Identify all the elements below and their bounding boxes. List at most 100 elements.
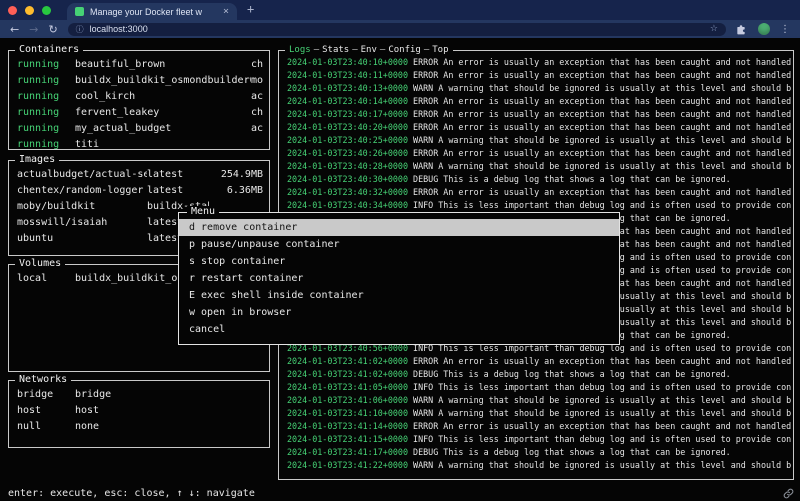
- menu-item-key: r: [189, 270, 195, 287]
- container-state: running: [17, 137, 75, 149]
- container-row[interactable]: runningmy_actual_budgetac: [9, 121, 269, 137]
- log-message: DEBUG This is a debug log that shows a l…: [408, 174, 731, 184]
- log-line: 2024-01-03T23:41:02+0000 ERROR An error …: [287, 355, 791, 368]
- container-name: fervent_leakey: [75, 105, 251, 121]
- menu-item-key: s: [189, 253, 195, 270]
- url-text: localhost:3000: [90, 24, 704, 34]
- log-timestamp: 2024-01-03T23:40:28+0000: [287, 161, 408, 171]
- log-line: 2024-01-03T23:40:20+0000 ERROR An error …: [287, 121, 791, 134]
- back-icon[interactable]: ←: [10, 24, 19, 35]
- network-driver: none: [75, 419, 269, 435]
- container-row[interactable]: runningfervent_leakeych: [9, 105, 269, 121]
- status-hint-text: enter: execute, esc: close, ↑ ↓: navigat…: [8, 488, 255, 499]
- image-row[interactable]: chentex/random-loggerlatest6.36MB: [9, 183, 269, 199]
- menu-item-label: cancel: [189, 321, 609, 338]
- container-name: my_actual_budget: [75, 121, 251, 137]
- logs-tab-config[interactable]: Config: [388, 45, 421, 55]
- menu-item-remove-container[interactable]: dremove container: [179, 219, 619, 236]
- forward-icon[interactable]: →: [29, 24, 38, 35]
- log-timestamp: 2024-01-03T23:40:11+0000: [287, 70, 408, 80]
- log-line: 2024-01-03T23:41:14+0000 ERROR An error …: [287, 420, 791, 433]
- reload-icon[interactable]: ↻: [48, 24, 57, 35]
- container-row[interactable]: runningbeautiful_brownch: [9, 57, 269, 73]
- isaiah-app: Containers runningbeautiful_brownchrunni…: [0, 38, 800, 501]
- toolbar-actions: ⋮: [736, 23, 790, 35]
- menu-item-exec-shell-inside-container[interactable]: Eexec shell inside container: [179, 287, 619, 304]
- network-name: host: [17, 403, 75, 419]
- address-bar[interactable]: ⓘ localhost:3000 ☆: [68, 23, 726, 36]
- bookmark-star-icon[interactable]: ☆: [710, 24, 718, 34]
- new-tab-button[interactable]: +: [247, 0, 254, 18]
- log-line: 2024-01-03T23:40:30+0000 DEBUG This is a…: [287, 173, 791, 186]
- tab-separator: —: [311, 45, 322, 55]
- image-row[interactable]: actualbudget/actual-serverlatest254.9MB: [9, 167, 269, 183]
- menu-item-label: pause/unpause container: [201, 236, 609, 253]
- logs-tab-stats[interactable]: Stats: [322, 45, 349, 55]
- container-row[interactable]: runningbuildx_buildkit_osmondbuilder0mo: [9, 73, 269, 89]
- container-image: mo: [251, 73, 269, 89]
- log-message: WARN A warning that should be ignored is…: [408, 460, 791, 470]
- menu-item-restart-container[interactable]: r restart container: [179, 270, 619, 287]
- logs-tab-env[interactable]: Env: [361, 45, 377, 55]
- network-row[interactable]: nullnone: [9, 419, 269, 435]
- log-message: DEBUG This is a debug log that shows a l…: [408, 369, 731, 379]
- menu-item-pause-unpause-container[interactable]: ppause/unpause container: [179, 236, 619, 253]
- extensions-puzzle-icon[interactable]: [736, 23, 748, 35]
- log-message: ERROR An error is usually an exception t…: [408, 96, 791, 106]
- menu-item-label: exec shell inside container: [201, 287, 609, 304]
- browser-tab[interactable]: Manage your Docker fleet w ×: [67, 3, 237, 20]
- container-row[interactable]: runningcool_kirchac: [9, 89, 269, 105]
- logs-tab-top[interactable]: Top: [432, 45, 448, 55]
- menu-item-stop-container[interactable]: s stop container: [179, 253, 619, 270]
- menu-item-label: remove container: [201, 219, 609, 236]
- log-timestamp: 2024-01-03T23:40:20+0000: [287, 122, 408, 132]
- log-line: 2024-01-03T23:40:26+0000 ERROR An error …: [287, 147, 791, 160]
- log-line: 2024-01-03T23:41:02+0000 DEBUG This is a…: [287, 368, 791, 381]
- volume-driver: local: [17, 271, 75, 287]
- tab-close-icon[interactable]: ×: [223, 7, 229, 17]
- container-state: running: [17, 89, 75, 105]
- container-image: ac: [251, 121, 269, 137]
- log-line: 2024-01-03T23:40:17+0000 ERROR An error …: [287, 108, 791, 121]
- menu-item-label: restart container: [201, 270, 609, 287]
- log-message: WARN A warning that should be ignored is…: [408, 161, 791, 171]
- log-message: ERROR An error is usually an exception t…: [408, 148, 791, 158]
- containers-panel[interactable]: Containers runningbeautiful_brownchrunni…: [8, 50, 270, 150]
- status-bar: enter: execute, esc: close, ↑ ↓: navigat…: [0, 486, 800, 501]
- menu-item-cancel[interactable]: cancel: [179, 321, 619, 338]
- menu-item-label: stop container: [201, 253, 609, 270]
- container-state: running: [17, 121, 75, 137]
- window-zoom-button[interactable]: [42, 6, 51, 15]
- container-row[interactable]: runningtiti: [9, 137, 269, 149]
- log-timestamp: 2024-01-03T23:41:14+0000: [287, 421, 408, 431]
- log-line: 2024-01-03T23:41:22+0000 WARN A warning …: [287, 459, 791, 472]
- browser-menu-icon[interactable]: ⋮: [780, 24, 790, 35]
- container-image: [251, 137, 269, 149]
- menu-title: Menu: [187, 206, 219, 218]
- image-size: 6.36MB: [209, 183, 269, 199]
- containers-list: runningbeautiful_brownchrunningbuildx_bu…: [9, 51, 269, 149]
- container-name: cool_kirch: [75, 89, 251, 105]
- site-info-icon[interactable]: ⓘ: [76, 24, 84, 35]
- network-driver: host: [75, 403, 269, 419]
- tab-favicon-icon: [75, 7, 84, 16]
- window-minimize-button[interactable]: [25, 6, 34, 15]
- log-message: WARN A warning that should be ignored is…: [408, 395, 791, 405]
- menu-item-open-in-browser[interactable]: wopen in browser: [179, 304, 619, 321]
- logs-tab-logs[interactable]: Logs: [289, 45, 311, 55]
- image-name: actualbudget/actual-server: [17, 167, 147, 183]
- image-name: mosswill/isaiah: [17, 215, 147, 231]
- window-close-button[interactable]: [8, 6, 17, 15]
- image-size: 254.9MB: [209, 167, 269, 183]
- networks-panel[interactable]: Networks bridgebridgehosthostnullnone: [8, 380, 270, 448]
- volumes-panel-title: Volumes: [15, 258, 65, 270]
- network-name: null: [17, 419, 75, 435]
- log-line: 2024-01-03T23:40:13+0000 WARN A warning …: [287, 82, 791, 95]
- network-row[interactable]: bridgebridge: [9, 387, 269, 403]
- profile-avatar[interactable]: [758, 23, 770, 35]
- network-row[interactable]: hosthost: [9, 403, 269, 419]
- image-tag: latest: [147, 167, 209, 183]
- images-panel-title: Images: [15, 154, 59, 166]
- menu-items: dremove containerppause/unpause containe…: [179, 219, 619, 338]
- log-timestamp: 2024-01-03T23:41:15+0000: [287, 434, 408, 444]
